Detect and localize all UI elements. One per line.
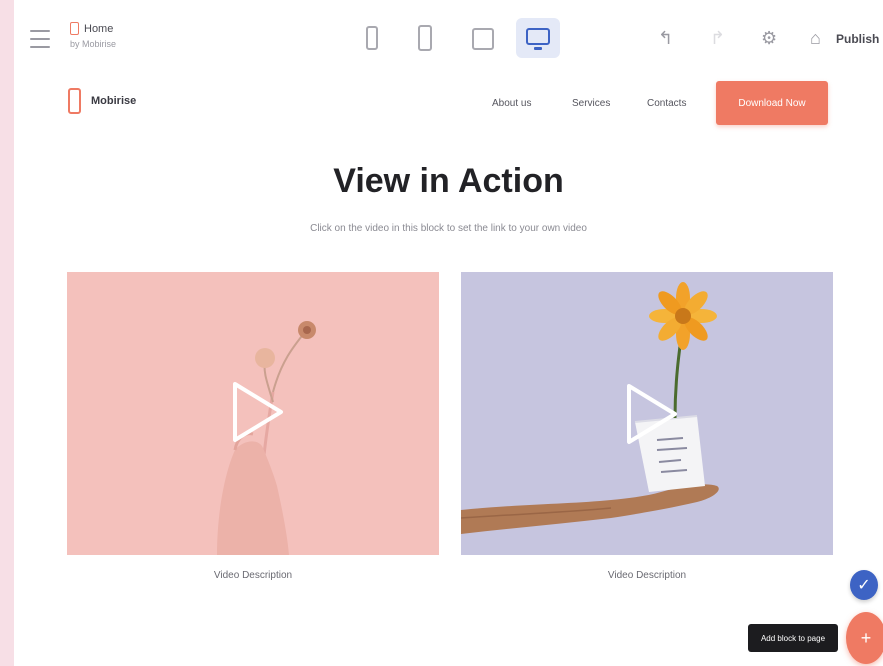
play-icon[interactable] <box>623 382 679 446</box>
undo-icon[interactable]: ↰ <box>658 28 673 48</box>
logo-phone-icon <box>68 88 81 114</box>
video-card-2[interactable] <box>461 272 833 555</box>
check-icon[interactable]: ✓ <box>850 570 878 600</box>
desktop-view-button[interactable] <box>516 18 560 58</box>
download-now-button[interactable]: Download Now <box>716 81 828 125</box>
brand-name: Mobirise <box>91 95 137 107</box>
section-title: View in Action <box>333 162 564 200</box>
site-selector[interactable]: Home by Mobirise <box>70 22 116 49</box>
nav-about-us[interactable]: About us <box>492 98 531 109</box>
desktop-icon <box>526 28 550 45</box>
site-title: Home <box>70 22 116 35</box>
mobile-landscape-icon[interactable] <box>418 25 432 51</box>
plus-icon: + <box>860 627 872 648</box>
tablet-icon[interactable] <box>472 28 494 50</box>
section-subtitle: Click on the video in this block to set … <box>310 223 587 234</box>
publish-button[interactable]: Publish <box>836 32 879 46</box>
nav-contacts[interactable]: Contacts <box>647 98 686 109</box>
add-block-tooltip: Add block to page <box>748 624 838 652</box>
hamburger-menu-icon[interactable] <box>30 30 50 52</box>
editor-toolbar: Home by Mobirise ↰ ↱ ⚙ ⌂ Publish <box>14 0 883 78</box>
site-navbar: Mobirise About us Services Contacts Down… <box>14 78 883 130</box>
mobile-icon[interactable] <box>366 26 378 50</box>
gear-icon[interactable]: ⚙ <box>761 28 777 48</box>
site-logo[interactable]: Mobirise <box>68 88 136 114</box>
video-card-1[interactable] <box>67 272 439 555</box>
browser-frame: Home by Mobirise ↰ ↱ ⚙ ⌂ Publish Mobiris… <box>14 0 883 666</box>
play-icon[interactable] <box>229 380 285 444</box>
site-title-text: Home <box>84 22 114 35</box>
video-caption-2: Video Description <box>607 570 687 581</box>
site-subtitle: by Mobirise <box>70 39 117 49</box>
desktop-stand <box>534 47 542 50</box>
video-caption-1: Video Description <box>213 570 293 581</box>
add-block-button[interactable]: + <box>846 612 883 664</box>
redo-icon[interactable]: ↱ <box>710 28 725 48</box>
nav-services[interactable]: Services <box>572 98 610 109</box>
home-icon[interactable]: ⌂ <box>810 28 821 48</box>
phone-icon <box>70 22 79 35</box>
